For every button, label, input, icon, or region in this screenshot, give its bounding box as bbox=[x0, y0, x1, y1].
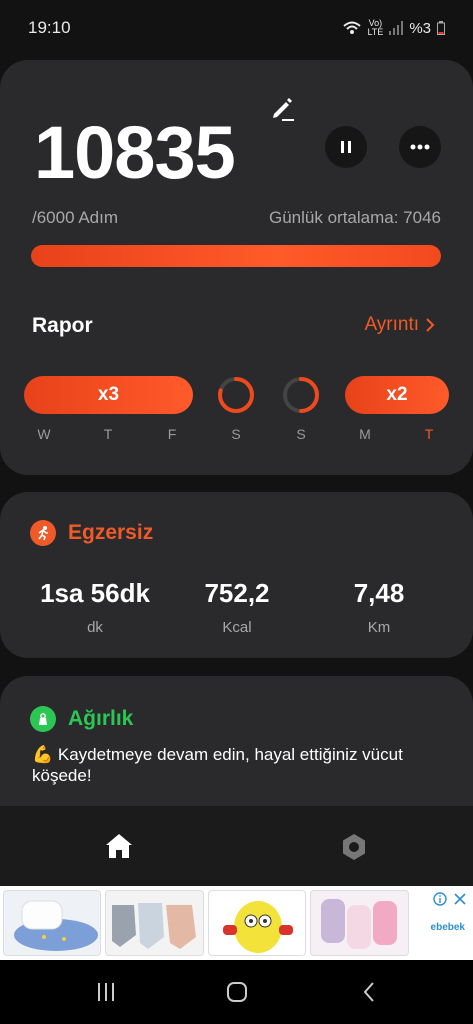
signal-icon bbox=[389, 21, 404, 35]
settings-icon[interactable] bbox=[339, 832, 369, 862]
home-nav-icon[interactable] bbox=[226, 981, 248, 1003]
more-icon bbox=[410, 144, 430, 150]
ad-product-image[interactable] bbox=[105, 890, 204, 956]
exercise-card[interactable]: Egzersiz 1sa 56dk dk 752,2 Kcal 7,48 Km bbox=[0, 492, 473, 658]
pause-button[interactable] bbox=[325, 126, 367, 168]
steps-count: 10835 bbox=[34, 111, 236, 194]
network-type: Vo) LTE bbox=[367, 19, 383, 37]
ad-product-image[interactable] bbox=[208, 890, 306, 956]
status-bar: 19:10 Vo) LTE %3 bbox=[0, 0, 473, 56]
ad-close-icon[interactable] bbox=[453, 892, 467, 906]
home-icon[interactable] bbox=[104, 832, 134, 860]
running-icon bbox=[30, 520, 56, 546]
wifi-icon bbox=[343, 21, 362, 34]
day-label: S bbox=[231, 426, 241, 442]
ad-banner[interactable]: ebebek bbox=[0, 886, 473, 960]
status-time: 19:10 bbox=[28, 18, 71, 37]
pause-icon bbox=[341, 141, 351, 153]
metric-value: 752,2 bbox=[204, 578, 270, 608]
edit-icon[interactable] bbox=[268, 94, 296, 122]
details-label: Ayrıntı bbox=[364, 314, 419, 335]
weight-header: Ağırlık bbox=[30, 706, 133, 732]
bottom-nav bbox=[0, 806, 473, 886]
metric-duration: 1sa 56dk dk bbox=[30, 578, 160, 636]
exercise-header: Egzersiz bbox=[30, 520, 153, 546]
streak-pill: x3 bbox=[24, 376, 193, 414]
day-label-today: T bbox=[424, 426, 434, 442]
metric-distance: 7,48 Km bbox=[314, 578, 444, 636]
battery-icon bbox=[437, 21, 445, 35]
day-label: T bbox=[103, 426, 113, 442]
battery-percent: %3 bbox=[409, 19, 431, 37]
report-title: Rapor bbox=[32, 314, 93, 337]
steps-card[interactable]: 10835 /6000 Adım Günlük ortalama: 7046 R… bbox=[0, 60, 473, 475]
recent-apps-icon[interactable] bbox=[96, 982, 116, 1002]
daily-average: Günlük ortalama: 7046 bbox=[269, 208, 441, 227]
step-progress-bar bbox=[31, 245, 441, 267]
system-nav-bar bbox=[0, 960, 473, 1024]
more-options-button[interactable] bbox=[399, 126, 441, 168]
day-label: W bbox=[37, 426, 51, 442]
day-label: M bbox=[359, 426, 371, 442]
back-icon[interactable] bbox=[362, 981, 376, 1003]
metric-value: 1sa 56dk bbox=[40, 578, 150, 608]
weight-title: Ağırlık bbox=[68, 707, 134, 730]
ad-brand-logo: ebebek bbox=[430, 922, 465, 933]
metric-calories: 752,2 Kcal bbox=[172, 578, 302, 636]
day-label: F bbox=[167, 426, 177, 442]
weight-message: 💪 Kaydetmeye devam edin, hayal ettiğiniz… bbox=[32, 745, 403, 785]
network-bottom: LTE bbox=[367, 27, 384, 37]
metric-value: 7,48 bbox=[353, 578, 405, 608]
streak-pill: x2 bbox=[345, 376, 449, 414]
ad-product-image[interactable] bbox=[310, 890, 409, 956]
metric-unit: dk bbox=[87, 619, 103, 636]
weight-icon bbox=[30, 706, 56, 732]
metric-unit: Kcal bbox=[222, 619, 252, 636]
step-progress-fill bbox=[31, 245, 441, 267]
day-label: S bbox=[296, 426, 306, 442]
details-link[interactable]: Ayrıntı bbox=[364, 314, 435, 336]
step-goal: /6000 Adım bbox=[32, 208, 119, 227]
day-progress-ring bbox=[218, 377, 254, 413]
ad-info-icon[interactable] bbox=[433, 892, 447, 906]
status-icons: Vo) LTE %3 bbox=[343, 19, 445, 37]
chevron-right-icon bbox=[426, 318, 435, 332]
exercise-title: Egzersiz bbox=[68, 521, 154, 544]
day-progress-ring bbox=[283, 377, 319, 413]
ad-product-image[interactable] bbox=[3, 890, 101, 956]
metric-unit: Km bbox=[367, 619, 391, 636]
